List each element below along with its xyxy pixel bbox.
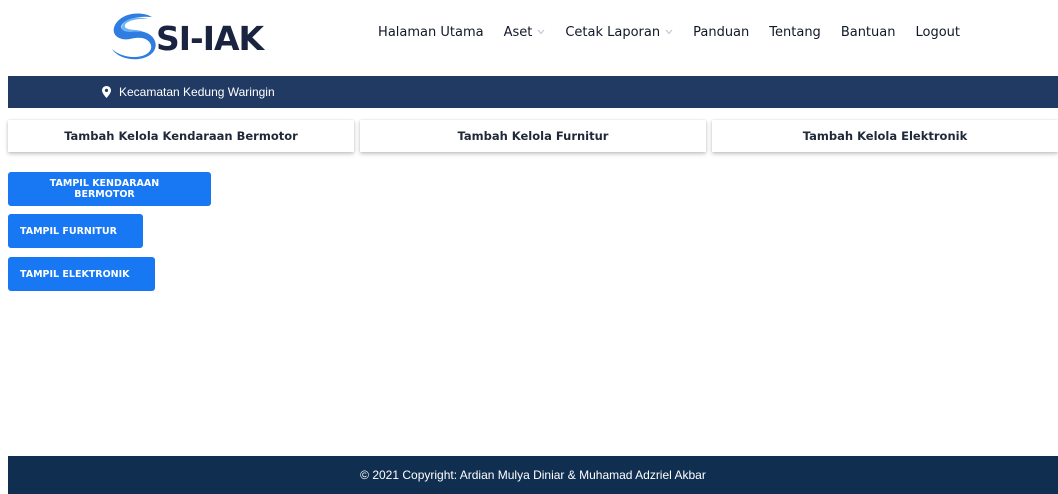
- nav-item-aset[interactable]: Aset: [504, 25, 546, 40]
- nav-item-logout[interactable]: Logout: [915, 25, 960, 40]
- show-furnitur-button[interactable]: TAMPIL FURNITUR: [8, 214, 143, 248]
- site-logo[interactable]: SI-IAK: [108, 8, 264, 64]
- location-bar: Kecamatan Kedung Waringin: [8, 76, 1058, 108]
- nav-item-label: Halaman Utama: [378, 24, 484, 40]
- copyright-text: © 2021 Copyright: Ardian Mulya Diniar & …: [360, 468, 706, 482]
- site-header: SI-IAK Halaman Utama Aset Cetak Laporan …: [0, 0, 1058, 76]
- nav-item-cetak-laporan[interactable]: Cetak Laporan: [565, 25, 673, 40]
- manage-tabs: Tambah Kelola Kendaraan Bermotor Tambah …: [8, 120, 1058, 152]
- nav-item-tentang[interactable]: Tentang: [769, 25, 821, 40]
- nav-item-halaman-utama[interactable]: Halaman Utama: [378, 25, 484, 40]
- nav-item-label: Cetak Laporan: [565, 24, 661, 40]
- nav-item-bantuan[interactable]: Bantuan: [841, 25, 896, 40]
- map-pin-icon: [102, 86, 111, 98]
- chevron-down-icon: [537, 29, 545, 35]
- logo-text: SI-IAK: [156, 18, 264, 58]
- chevron-down-icon: [665, 29, 673, 35]
- show-elektronik-button[interactable]: TAMPIL ELEKTRONIK: [8, 257, 155, 291]
- page: SI-IAK Halaman Utama Aset Cetak Laporan …: [0, 0, 1058, 494]
- main-nav: Halaman Utama Aset Cetak Laporan Panduan…: [378, 22, 960, 42]
- nav-item-label: Logout: [915, 24, 960, 40]
- show-kendaraan-bermotor-button[interactable]: TAMPIL KENDARAAN BERMOTOR: [8, 172, 211, 206]
- tab-furnitur[interactable]: Tambah Kelola Furnitur: [360, 120, 706, 152]
- nav-item-label: Tentang: [769, 24, 821, 40]
- nav-item-label: Panduan: [693, 24, 750, 40]
- nav-item-label: Aset: [503, 24, 533, 40]
- site-footer: © 2021 Copyright: Ardian Mulya Diniar & …: [8, 456, 1058, 494]
- tab-elektronik[interactable]: Tambah Kelola Elektronik: [712, 120, 1058, 152]
- logo-swoosh-icon: [112, 13, 156, 60]
- nav-item-panduan[interactable]: Panduan: [693, 25, 749, 40]
- location-info: Kecamatan Kedung Waringin: [102, 85, 275, 99]
- location-text: Kecamatan Kedung Waringin: [119, 85, 275, 99]
- nav-item-label: Bantuan: [840, 24, 896, 40]
- tab-kendaraan-bermotor[interactable]: Tambah Kelola Kendaraan Bermotor: [8, 120, 354, 152]
